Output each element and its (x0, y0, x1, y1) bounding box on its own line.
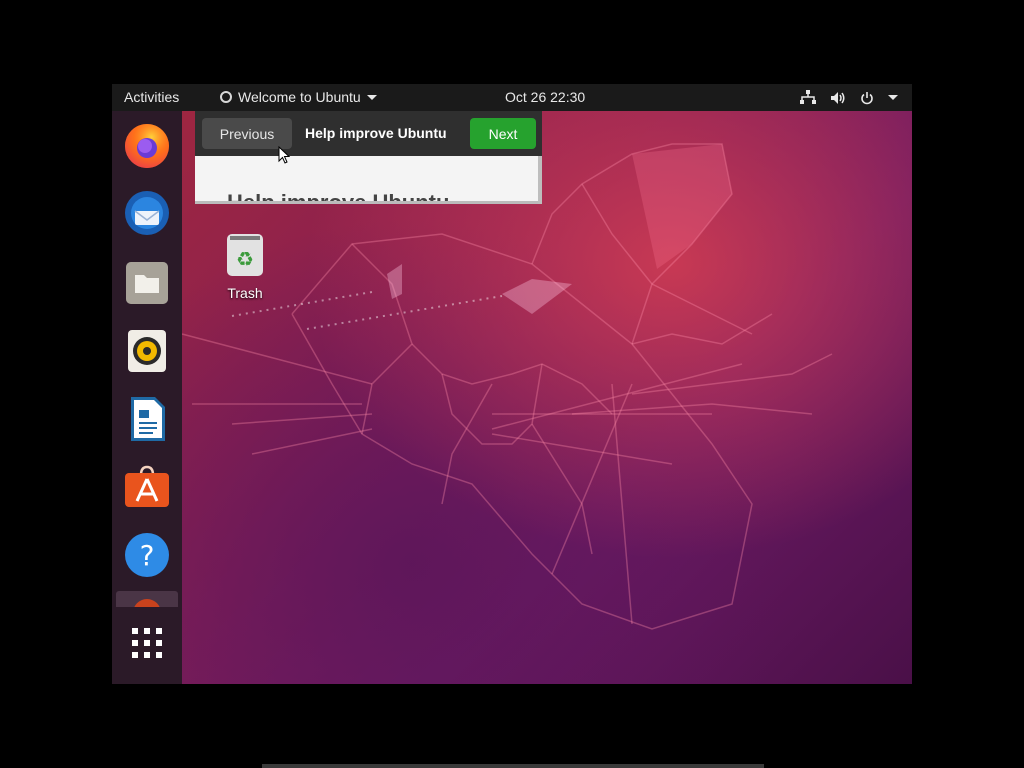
top-bar: Activities Welcome to Ubuntu Oct 26 22:3… (112, 84, 912, 111)
app-icon (134, 599, 160, 607)
svg-text:?: ? (140, 539, 155, 572)
bottom-edge (262, 764, 764, 768)
app-menu-label: Welcome to Ubuntu (238, 89, 361, 105)
chevron-down-icon (366, 94, 377, 100)
software-icon (125, 465, 169, 507)
firefox-icon (125, 124, 169, 168)
dock-item-thunderbird[interactable] (123, 189, 171, 237)
dock-item-writer[interactable] (123, 395, 171, 443)
dock-item-show-applications[interactable] (129, 625, 165, 661)
rhythmbox-icon (128, 330, 166, 372)
desktop-trash[interactable]: ♻ Trash (220, 232, 270, 301)
desktop-screen: Activities Welcome to Ubuntu Oct 26 22:3… (112, 84, 912, 684)
dock-item-help[interactable]: ? (123, 531, 171, 579)
dock-item-files[interactable] (123, 259, 171, 307)
system-tray[interactable] (800, 90, 898, 105)
app-menu[interactable]: Welcome to Ubuntu (220, 89, 377, 105)
activities-button[interactable]: Activities (124, 89, 179, 105)
previous-button[interactable]: Previous (202, 118, 292, 149)
dock-item-ubuntu-software[interactable] (123, 463, 171, 511)
welcome-content-edge (195, 201, 538, 204)
help-icon: ? (125, 533, 169, 577)
welcome-header-bar: Previous Help improve Ubuntu Next (195, 111, 542, 156)
thunderbird-icon (125, 191, 169, 235)
clock[interactable]: Oct 26 22:30 (505, 89, 585, 105)
welcome-title: Help improve Ubuntu (305, 125, 447, 141)
files-icon (126, 262, 168, 304)
app-menu-icon (220, 91, 232, 103)
dock-item-partial[interactable] (116, 591, 178, 607)
writer-icon (131, 397, 165, 441)
welcome-content: Help improve Ubuntu (195, 156, 542, 204)
next-button[interactable]: Next (470, 118, 536, 149)
mouse-cursor-icon (278, 146, 290, 164)
chevron-down-icon (888, 95, 898, 100)
trash-icon: ♻ (227, 234, 263, 276)
dock-item-rhythmbox[interactable] (123, 327, 171, 375)
app-grid-icon (132, 628, 162, 658)
dock: ? (112, 111, 182, 684)
volume-icon (831, 91, 845, 104)
power-icon (861, 91, 873, 104)
trash-label: Trash (227, 285, 263, 301)
dock-item-firefox[interactable] (123, 121, 171, 169)
svg-text:♻: ♻ (236, 247, 254, 271)
network-icon (800, 90, 816, 104)
